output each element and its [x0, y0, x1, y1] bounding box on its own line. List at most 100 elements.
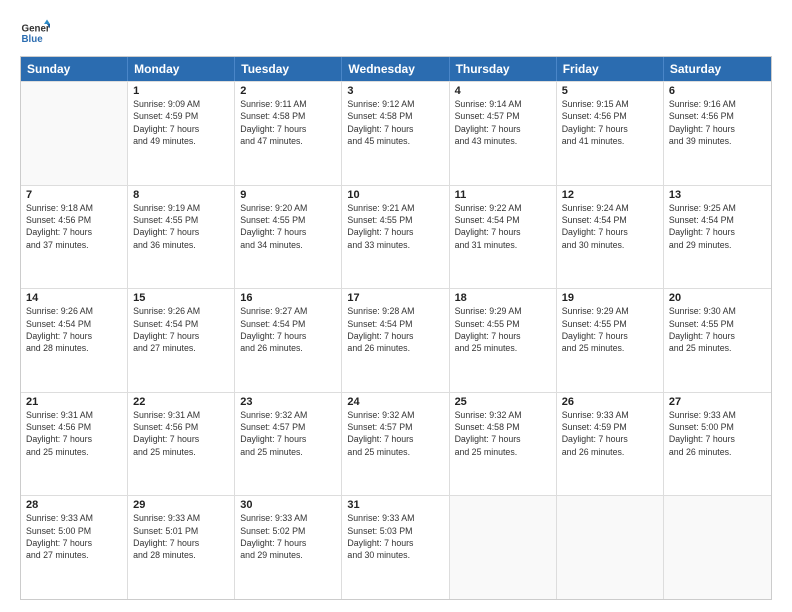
day-number: 27: [669, 396, 766, 408]
calendar-cell: 8Sunrise: 9:19 AM Sunset: 4:55 PM Daylig…: [128, 186, 235, 289]
logo: General Blue: [20, 18, 50, 48]
day-number: 28: [26, 499, 122, 511]
day-info: Sunrise: 9:12 AM Sunset: 4:58 PM Dayligh…: [347, 98, 443, 147]
day-info: Sunrise: 9:26 AM Sunset: 4:54 PM Dayligh…: [133, 305, 229, 354]
day-info: Sunrise: 9:09 AM Sunset: 4:59 PM Dayligh…: [133, 98, 229, 147]
day-number: 9: [240, 189, 336, 201]
calendar-cell: 5Sunrise: 9:15 AM Sunset: 4:56 PM Daylig…: [557, 82, 664, 185]
calendar-cell: 16Sunrise: 9:27 AM Sunset: 4:54 PM Dayli…: [235, 289, 342, 392]
calendar-cell: 12Sunrise: 9:24 AM Sunset: 4:54 PM Dayli…: [557, 186, 664, 289]
day-info: Sunrise: 9:33 AM Sunset: 5:00 PM Dayligh…: [669, 409, 766, 458]
day-info: Sunrise: 9:32 AM Sunset: 4:57 PM Dayligh…: [347, 409, 443, 458]
calendar-cell: 25Sunrise: 9:32 AM Sunset: 4:58 PM Dayli…: [450, 393, 557, 496]
day-info: Sunrise: 9:32 AM Sunset: 4:57 PM Dayligh…: [240, 409, 336, 458]
weekday-header: Thursday: [450, 57, 557, 81]
weekday-header: Sunday: [21, 57, 128, 81]
day-info: Sunrise: 9:32 AM Sunset: 4:58 PM Dayligh…: [455, 409, 551, 458]
day-info: Sunrise: 9:15 AM Sunset: 4:56 PM Dayligh…: [562, 98, 658, 147]
day-number: 25: [455, 396, 551, 408]
calendar-cell: 27Sunrise: 9:33 AM Sunset: 5:00 PM Dayli…: [664, 393, 771, 496]
day-number: 11: [455, 189, 551, 201]
day-info: Sunrise: 9:27 AM Sunset: 4:54 PM Dayligh…: [240, 305, 336, 354]
calendar-row: 14Sunrise: 9:26 AM Sunset: 4:54 PM Dayli…: [21, 288, 771, 392]
calendar-cell: [450, 496, 557, 599]
day-info: Sunrise: 9:20 AM Sunset: 4:55 PM Dayligh…: [240, 202, 336, 251]
day-info: Sunrise: 9:29 AM Sunset: 4:55 PM Dayligh…: [455, 305, 551, 354]
calendar-row: 21Sunrise: 9:31 AM Sunset: 4:56 PM Dayli…: [21, 392, 771, 496]
day-info: Sunrise: 9:31 AM Sunset: 4:56 PM Dayligh…: [26, 409, 122, 458]
day-number: 26: [562, 396, 658, 408]
calendar-cell: 29Sunrise: 9:33 AM Sunset: 5:01 PM Dayli…: [128, 496, 235, 599]
day-number: 22: [133, 396, 229, 408]
calendar-cell: 21Sunrise: 9:31 AM Sunset: 4:56 PM Dayli…: [21, 393, 128, 496]
day-number: 12: [562, 189, 658, 201]
calendar-cell: 17Sunrise: 9:28 AM Sunset: 4:54 PM Dayli…: [342, 289, 449, 392]
day-number: 18: [455, 292, 551, 304]
weekday-header: Wednesday: [342, 57, 449, 81]
day-info: Sunrise: 9:14 AM Sunset: 4:57 PM Dayligh…: [455, 98, 551, 147]
calendar-row: 7Sunrise: 9:18 AM Sunset: 4:56 PM Daylig…: [21, 185, 771, 289]
calendar-cell: 6Sunrise: 9:16 AM Sunset: 4:56 PM Daylig…: [664, 82, 771, 185]
day-number: 15: [133, 292, 229, 304]
calendar-cell: 18Sunrise: 9:29 AM Sunset: 4:55 PM Dayli…: [450, 289, 557, 392]
calendar-cell: 14Sunrise: 9:26 AM Sunset: 4:54 PM Dayli…: [21, 289, 128, 392]
calendar-cell: 2Sunrise: 9:11 AM Sunset: 4:58 PM Daylig…: [235, 82, 342, 185]
calendar-row: 28Sunrise: 9:33 AM Sunset: 5:00 PM Dayli…: [21, 495, 771, 599]
calendar: SundayMondayTuesdayWednesdayThursdayFrid…: [20, 56, 772, 600]
day-number: 4: [455, 85, 551, 97]
day-info: Sunrise: 9:11 AM Sunset: 4:58 PM Dayligh…: [240, 98, 336, 147]
day-info: Sunrise: 9:18 AM Sunset: 4:56 PM Dayligh…: [26, 202, 122, 251]
day-info: Sunrise: 9:28 AM Sunset: 4:54 PM Dayligh…: [347, 305, 443, 354]
day-number: 6: [669, 85, 766, 97]
day-info: Sunrise: 9:30 AM Sunset: 4:55 PM Dayligh…: [669, 305, 766, 354]
calendar-cell: 28Sunrise: 9:33 AM Sunset: 5:00 PM Dayli…: [21, 496, 128, 599]
day-number: 7: [26, 189, 122, 201]
day-number: 24: [347, 396, 443, 408]
calendar-cell: 1Sunrise: 9:09 AM Sunset: 4:59 PM Daylig…: [128, 82, 235, 185]
day-info: Sunrise: 9:21 AM Sunset: 4:55 PM Dayligh…: [347, 202, 443, 251]
day-number: 13: [669, 189, 766, 201]
calendar-cell: [21, 82, 128, 185]
calendar-cell: 10Sunrise: 9:21 AM Sunset: 4:55 PM Dayli…: [342, 186, 449, 289]
day-info: Sunrise: 9:26 AM Sunset: 4:54 PM Dayligh…: [26, 305, 122, 354]
calendar-cell: 7Sunrise: 9:18 AM Sunset: 4:56 PM Daylig…: [21, 186, 128, 289]
calendar-cell: 3Sunrise: 9:12 AM Sunset: 4:58 PM Daylig…: [342, 82, 449, 185]
day-number: 5: [562, 85, 658, 97]
page: General Blue SundayMondayTuesdayWednesda…: [0, 0, 792, 612]
day-number: 16: [240, 292, 336, 304]
day-number: 10: [347, 189, 443, 201]
day-info: Sunrise: 9:31 AM Sunset: 4:56 PM Dayligh…: [133, 409, 229, 458]
day-info: Sunrise: 9:16 AM Sunset: 4:56 PM Dayligh…: [669, 98, 766, 147]
day-info: Sunrise: 9:29 AM Sunset: 4:55 PM Dayligh…: [562, 305, 658, 354]
svg-text:Blue: Blue: [22, 34, 44, 45]
calendar-cell: 13Sunrise: 9:25 AM Sunset: 4:54 PM Dayli…: [664, 186, 771, 289]
calendar-cell: 15Sunrise: 9:26 AM Sunset: 4:54 PM Dayli…: [128, 289, 235, 392]
day-number: 30: [240, 499, 336, 511]
day-number: 3: [347, 85, 443, 97]
day-number: 1: [133, 85, 229, 97]
day-info: Sunrise: 9:33 AM Sunset: 5:02 PM Dayligh…: [240, 512, 336, 561]
day-info: Sunrise: 9:25 AM Sunset: 4:54 PM Dayligh…: [669, 202, 766, 251]
logo-icon: General Blue: [20, 18, 50, 48]
day-number: 23: [240, 396, 336, 408]
calendar-row: 1Sunrise: 9:09 AM Sunset: 4:59 PM Daylig…: [21, 81, 771, 185]
calendar-cell: 30Sunrise: 9:33 AM Sunset: 5:02 PM Dayli…: [235, 496, 342, 599]
day-number: 19: [562, 292, 658, 304]
day-info: Sunrise: 9:19 AM Sunset: 4:55 PM Dayligh…: [133, 202, 229, 251]
day-number: 29: [133, 499, 229, 511]
day-info: Sunrise: 9:33 AM Sunset: 4:59 PM Dayligh…: [562, 409, 658, 458]
calendar-cell: 22Sunrise: 9:31 AM Sunset: 4:56 PM Dayli…: [128, 393, 235, 496]
calendar-cell: [664, 496, 771, 599]
day-number: 2: [240, 85, 336, 97]
calendar-cell: 26Sunrise: 9:33 AM Sunset: 4:59 PM Dayli…: [557, 393, 664, 496]
day-info: Sunrise: 9:33 AM Sunset: 5:03 PM Dayligh…: [347, 512, 443, 561]
calendar-cell: 9Sunrise: 9:20 AM Sunset: 4:55 PM Daylig…: [235, 186, 342, 289]
calendar-header: SundayMondayTuesdayWednesdayThursdayFrid…: [21, 57, 771, 81]
day-info: Sunrise: 9:33 AM Sunset: 5:00 PM Dayligh…: [26, 512, 122, 561]
calendar-cell: 31Sunrise: 9:33 AM Sunset: 5:03 PM Dayli…: [342, 496, 449, 599]
svg-text:General: General: [22, 24, 51, 35]
day-number: 14: [26, 292, 122, 304]
calendar-cell: 19Sunrise: 9:29 AM Sunset: 4:55 PM Dayli…: [557, 289, 664, 392]
day-info: Sunrise: 9:24 AM Sunset: 4:54 PM Dayligh…: [562, 202, 658, 251]
day-info: Sunrise: 9:33 AM Sunset: 5:01 PM Dayligh…: [133, 512, 229, 561]
